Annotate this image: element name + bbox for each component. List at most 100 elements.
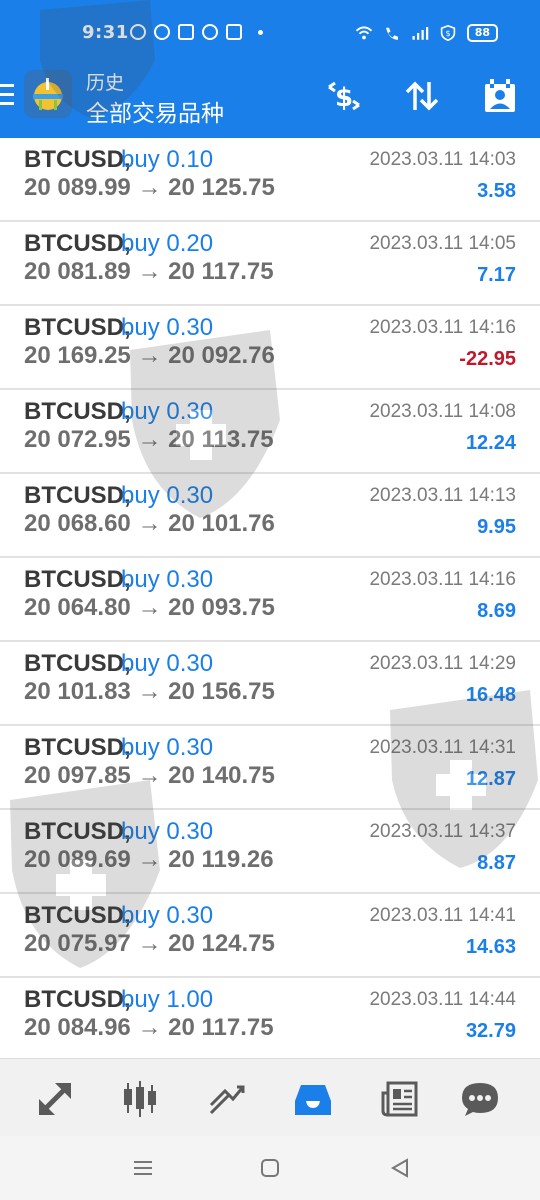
nav-chart[interactable] bbox=[118, 1077, 162, 1121]
trade-row[interactable]: BTCUSD, buy 0.30 20 072.95 → 20 113.75 2023… bbox=[0, 390, 540, 474]
trade-prices: 20 081.89 → 20 117.75 bbox=[24, 258, 274, 285]
trade-profit: 14.63 bbox=[465, 936, 516, 958]
trade-time: 2023.03.11 14:37 bbox=[369, 821, 516, 842]
trade-profit: 8.69 bbox=[477, 600, 516, 622]
trade-prices: 20 089.99 → 20 125.75 bbox=[24, 174, 275, 201]
trade-side-volume: buy 0.20 bbox=[121, 230, 214, 257]
signal-icon bbox=[412, 27, 428, 40]
trade-symbol: BTCUSD, bbox=[24, 818, 131, 845]
trade-profit: 8.87 bbox=[477, 852, 516, 874]
trade-row[interactable]: BTCUSD, buy 0.10 20 089.99 → 20 125.75 2023… bbox=[0, 138, 540, 222]
trade-row[interactable]: BTCUSD, buy 0.30 20 089.69 → 20 119.26 2023… bbox=[0, 810, 540, 894]
menu-icon[interactable] bbox=[0, 84, 14, 106]
svg-text:$: $ bbox=[335, 83, 353, 113]
nav-trade[interactable] bbox=[205, 1077, 249, 1121]
trade-row[interactable]: BTCUSD, buy 0.30 20 064.80 → 20 093.75 2023… bbox=[0, 558, 540, 642]
dollar-exchange-icon: $ bbox=[328, 81, 360, 113]
trade-time: 2023.03.11 14:16 bbox=[369, 317, 516, 338]
currency-button[interactable]: $ bbox=[324, 76, 364, 116]
status-time: 9:31 bbox=[82, 22, 129, 43]
trade-row[interactable]: BTCUSD, buy 1.00 20 084.96 → 20 117.75 2023… bbox=[0, 978, 540, 1062]
facebook-icon bbox=[202, 24, 218, 40]
trade-symbol: BTCUSD, bbox=[24, 314, 131, 341]
svg-text:$: $ bbox=[445, 29, 450, 38]
wifi-icon bbox=[355, 26, 372, 40]
trade-side-volume: buy 0.30 bbox=[121, 734, 214, 761]
trade-profit: 9.95 bbox=[477, 516, 516, 538]
trade-row[interactable]: BTCUSD, buy 0.30 20 169.25 → 20 092.76 2023… bbox=[0, 306, 540, 390]
trade-symbol: BTCUSD, bbox=[24, 230, 131, 257]
trade-time: 2023.03.11 14:29 bbox=[369, 653, 516, 674]
app-logo bbox=[24, 70, 72, 118]
trade-profit: 12.87 bbox=[465, 768, 516, 790]
trade-symbol: BTCUSD, bbox=[24, 482, 131, 509]
trade-prices: 20 072.95 → 20 113.75 bbox=[24, 426, 274, 453]
trade-symbol: BTCUSD, bbox=[24, 986, 131, 1013]
app-icon bbox=[226, 24, 242, 40]
more-notifications-icon bbox=[258, 29, 263, 35]
recent-apps-icon[interactable] bbox=[131, 1156, 155, 1180]
battery-indicator: 88 bbox=[466, 24, 498, 42]
trade-side-volume: buy 1.00 bbox=[121, 986, 214, 1013]
sort-button[interactable] bbox=[402, 76, 442, 116]
quotes-icon bbox=[39, 1083, 71, 1115]
trade-profit: 16.48 bbox=[465, 684, 516, 706]
trade-side-volume: buy 0.10 bbox=[121, 146, 214, 173]
trade-prices: 20 097.85 → 20 140.75 bbox=[24, 762, 275, 789]
nav-news[interactable] bbox=[378, 1077, 422, 1121]
nav-quotes[interactable] bbox=[33, 1077, 77, 1121]
trade-row[interactable]: BTCUSD, buy 0.30 20 101.83 → 20 156.75 2023… bbox=[0, 642, 540, 726]
trade-side-volume: buy 0.30 bbox=[121, 398, 214, 425]
period-button[interactable] bbox=[480, 76, 520, 116]
trade-profit: 12.24 bbox=[465, 432, 516, 454]
trade-time: 2023.03.11 14:03 bbox=[369, 149, 516, 170]
trade-history-list: BTCUSD, buy 0.10 20 089.99 → 20 125.75 2023… bbox=[0, 138, 540, 1062]
status-bar: 9:31 $ 88 bbox=[0, 0, 540, 62]
messenger-icon bbox=[154, 24, 170, 40]
trade-symbol: BTCUSD, bbox=[24, 650, 131, 677]
trade-side-volume: buy 0.30 bbox=[121, 818, 214, 845]
trade-time: 2023.03.11 14:41 bbox=[369, 905, 516, 926]
trade-prices: 20 084.96 → 20 117.75 bbox=[24, 1014, 274, 1041]
trade-symbol: BTCUSD, bbox=[24, 146, 131, 173]
calendar-user-icon bbox=[485, 79, 515, 112]
trade-time: 2023.03.11 14:44 bbox=[369, 989, 516, 1010]
whatsapp-icon bbox=[130, 24, 146, 40]
trade-prices: 20 075.97 → 20 124.75 bbox=[24, 930, 275, 957]
trade-time: 2023.03.11 14:31 bbox=[369, 737, 516, 758]
trade-prices: 20 169.25 → 20 092.76 bbox=[24, 342, 275, 369]
symbol-filter[interactable]: 全部交易品种 bbox=[86, 94, 224, 128]
history-icon bbox=[295, 1085, 331, 1115]
trade-side-volume: buy 0.30 bbox=[121, 650, 214, 677]
trade-prices: 20 068.60 → 20 101.76 bbox=[24, 510, 275, 537]
trade-row[interactable]: BTCUSD, buy 0.30 20 068.60 → 20 101.76 2023… bbox=[0, 474, 540, 558]
trade-icon bbox=[209, 1085, 245, 1115]
call-icon bbox=[385, 27, 398, 40]
trade-side-volume: buy 0.30 bbox=[121, 902, 214, 929]
sort-arrows-icon bbox=[405, 81, 439, 111]
nav-history[interactable] bbox=[291, 1077, 335, 1121]
nav-messages[interactable] bbox=[458, 1077, 502, 1121]
trade-symbol: BTCUSD, bbox=[24, 734, 131, 761]
trade-row[interactable]: BTCUSD, buy 0.30 20 097.85 → 20 140.75 2023… bbox=[0, 726, 540, 810]
shopping-icon bbox=[178, 24, 194, 40]
trade-symbol: BTCUSD, bbox=[24, 398, 131, 425]
app-bar: 历史 全部交易品种 $ bbox=[0, 62, 540, 138]
trade-row[interactable]: BTCUSD, buy 0.30 20 075.97 → 20 124.75 2023… bbox=[0, 894, 540, 978]
trade-side-volume: buy 0.30 bbox=[121, 314, 214, 341]
trade-time: 2023.03.11 14:13 bbox=[369, 485, 516, 506]
trade-symbol: BTCUSD, bbox=[24, 566, 131, 593]
trade-time: 2023.03.11 14:05 bbox=[369, 233, 516, 254]
back-icon[interactable] bbox=[388, 1156, 412, 1180]
trade-profit: 3.58 bbox=[477, 180, 516, 202]
trade-row[interactable]: BTCUSD, buy 0.20 20 081.89 → 20 117.75 2023… bbox=[0, 222, 540, 306]
trade-profit: -22.95 bbox=[459, 348, 516, 370]
home-icon[interactable] bbox=[258, 1156, 282, 1180]
trade-side-volume: buy 0.30 bbox=[121, 482, 214, 509]
messages-icon bbox=[462, 1083, 498, 1116]
trade-symbol: BTCUSD, bbox=[24, 902, 131, 929]
trade-profit: 32.79 bbox=[465, 1020, 516, 1042]
trade-time: 2023.03.11 14:16 bbox=[369, 569, 516, 590]
bottom-navigation bbox=[0, 1058, 540, 1136]
system-navigation-bar bbox=[0, 1136, 540, 1200]
